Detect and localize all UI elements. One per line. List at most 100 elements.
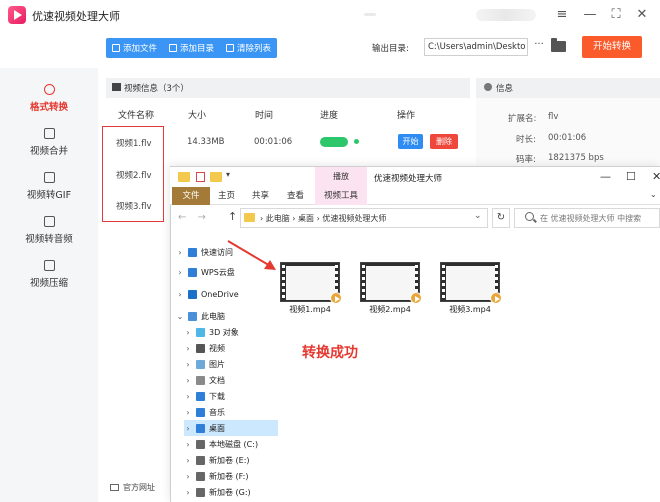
- context-tab-play[interactable]: 播放: [315, 167, 367, 187]
- expand-chevron-icon[interactable]: ›: [184, 392, 192, 401]
- nav-item-6[interactable]: › 图片: [184, 356, 225, 372]
- info-bitrate-value: 1821375 bps: [548, 153, 604, 163]
- drive-icon: [196, 455, 205, 465]
- output-dir-label: 输出目录:: [372, 44, 409, 54]
- tab-home[interactable]: 主页: [218, 187, 235, 205]
- tab-file[interactable]: 文件: [172, 187, 210, 205]
- sidebar-item-label: 视频合并: [29, 146, 68, 157]
- add-dir-button[interactable]: 添加目录: [169, 42, 214, 54]
- expand-chevron-icon[interactable]: ›: [184, 328, 192, 337]
- tab-video-tools[interactable]: 视频工具: [315, 187, 367, 205]
- expand-chevron-icon[interactable]: ›: [184, 344, 192, 353]
- file-name[interactable]: 视频3.mp4: [430, 304, 510, 315]
- nav-item-label: 视频: [209, 343, 225, 353]
- expand-chevron-icon[interactable]: ›: [184, 408, 192, 417]
- nav-item-7[interactable]: › 文档: [184, 372, 225, 388]
- info-ext-label: 扩展名:: [508, 114, 537, 124]
- breadcrumb-desktop[interactable]: 桌面: [298, 214, 314, 223]
- refresh-icon[interactable]: ↻: [492, 208, 510, 228]
- video-file-thumbnail[interactable]: [360, 262, 422, 304]
- expand-chevron-icon[interactable]: ›: [184, 440, 192, 449]
- video-file-thumbnail[interactable]: [440, 262, 502, 304]
- progress-bar: [320, 137, 348, 147]
- info-bitrate-label: 码率:: [516, 155, 536, 165]
- maximize-icon[interactable]: ⛶: [606, 5, 626, 25]
- sidebar-item-4[interactable]: 视频压缩: [0, 254, 98, 298]
- nav-item-9[interactable]: › 音乐: [184, 404, 225, 420]
- nav-item-14[interactable]: › 新加卷 (G:): [184, 484, 251, 500]
- nav-item-12[interactable]: › 新加卷 (E:): [184, 452, 250, 468]
- video-file-thumbnail[interactable]: [280, 262, 342, 304]
- download-folder-icon: [196, 391, 205, 401]
- expand-chevron-icon[interactable]: ›: [184, 360, 192, 369]
- app-logo-icon: [8, 6, 26, 24]
- nav-item-8[interactable]: › 下载: [184, 388, 225, 404]
- output-dir-more-button[interactable]: ···: [532, 38, 546, 56]
- open-folder-icon[interactable]: [551, 38, 566, 52]
- desktop-folder-icon: [196, 423, 205, 433]
- sidebar-item-1[interactable]: 视频合并: [0, 122, 98, 166]
- add-dir-label: 添加目录: [180, 44, 215, 54]
- nav-item-10[interactable]: › 桌面: [184, 420, 278, 436]
- start-button[interactable]: 开始: [398, 134, 423, 149]
- close-icon[interactable]: ✕: [632, 5, 652, 25]
- expand-chevron-icon[interactable]: ⌄: [176, 312, 184, 321]
- sidebar-item-3[interactable]: 视频转音频: [0, 210, 98, 254]
- nav-item-label: 3D 对象: [209, 327, 239, 337]
- clear-list-button[interactable]: 清除列表: [226, 42, 271, 54]
- info-title: 信息: [496, 84, 514, 94]
- expand-chevron-icon[interactable]: ›: [184, 456, 192, 465]
- blurred-user-info: [476, 9, 536, 21]
- blurred-element: [364, 13, 376, 16]
- column-header-size: 大小: [188, 111, 207, 121]
- minimize-icon[interactable]: —: [580, 5, 600, 25]
- nav-item-13[interactable]: › 新加卷 (F:): [184, 468, 248, 484]
- nav-item-label: 此电脑: [201, 311, 225, 321]
- expand-chevron-icon[interactable]: ›: [176, 290, 184, 299]
- play-badge-icon: [410, 292, 422, 304]
- add-folder-icon: [169, 44, 178, 52]
- ribbon-expand-icon[interactable]: ⌄: [650, 190, 657, 199]
- ribbon-tabs: [170, 187, 660, 205]
- sidebar-item-0[interactable]: 格式转换: [0, 78, 98, 122]
- breadcrumb-folder[interactable]: 优速视频处理大师: [322, 214, 386, 223]
- output-dir-input[interactable]: C:\Users\admin\Deskto: [424, 38, 528, 56]
- start-convert-button[interactable]: 开始转换: [582, 36, 642, 58]
- delete-button[interactable]: 删除: [430, 134, 458, 149]
- explorer-minimize-icon[interactable]: —: [600, 170, 611, 183]
- tab-share[interactable]: 共享: [252, 187, 269, 205]
- tab-view[interactable]: 查看: [287, 187, 304, 205]
- explorer-maximize-icon[interactable]: ☐: [626, 170, 636, 183]
- file-name[interactable]: 视频1.mp4: [270, 304, 350, 315]
- app-title: 优速视频处理大师: [32, 10, 120, 23]
- new-folder-icon[interactable]: [210, 172, 222, 182]
- expand-chevron-icon[interactable]: ›: [184, 424, 192, 433]
- menu-icon[interactable]: ≡: [552, 5, 572, 25]
- nav-item-label: 桌面: [209, 423, 225, 433]
- picture-folder-icon: [196, 359, 205, 369]
- address-dropdown-icon[interactable]: ⌄: [474, 211, 482, 221]
- official-site-link[interactable]: 官方网址: [110, 482, 155, 493]
- nav-item-3[interactable]: ⌄ 此电脑: [176, 308, 225, 324]
- nav-item-4[interactable]: › 3D 对象: [184, 324, 239, 340]
- folder-icon: [178, 172, 190, 182]
- quick-access-dropdown-icon[interactable]: ▾: [226, 170, 230, 179]
- official-site-label: 官方网址: [123, 483, 155, 492]
- info-icon: [484, 83, 492, 91]
- play-badge-icon: [490, 292, 502, 304]
- file-name[interactable]: 视频2.mp4: [350, 304, 430, 315]
- nav-item-11[interactable]: › 本地磁盘 (C:): [184, 436, 258, 452]
- expand-chevron-icon[interactable]: ›: [184, 488, 192, 497]
- compress-icon: [43, 260, 55, 271]
- nav-item-2[interactable]: › OneDrive: [176, 286, 239, 302]
- highlight-box: [102, 126, 164, 222]
- column-header-actions: 操作: [397, 111, 416, 121]
- expand-chevron-icon[interactable]: ›: [184, 472, 192, 481]
- sidebar-item-2[interactable]: 视频转GIF: [0, 166, 98, 210]
- nav-item-5[interactable]: › 视频: [184, 340, 225, 356]
- expand-chevron-icon[interactable]: ›: [184, 376, 192, 385]
- explorer-close-icon[interactable]: ✕: [652, 170, 660, 183]
- add-file-button[interactable]: 添加文件: [112, 42, 157, 54]
- breadcrumb-sep: ›: [292, 214, 296, 223]
- properties-icon[interactable]: [196, 172, 205, 182]
